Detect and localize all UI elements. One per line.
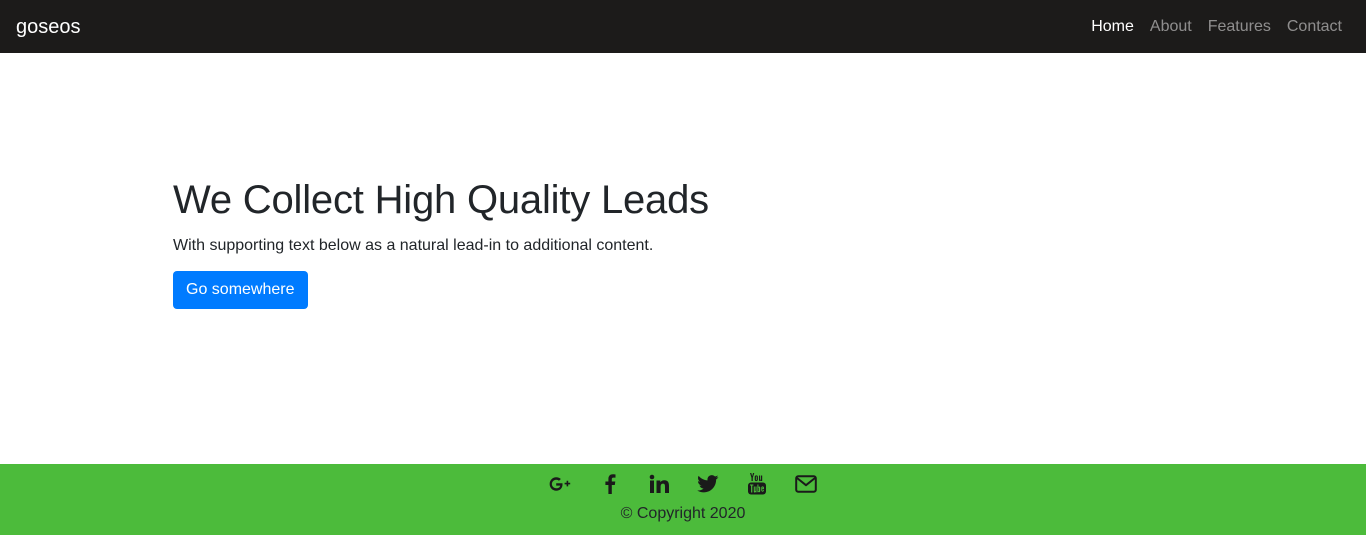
hero-title: We Collect High Quality Leads: [173, 178, 709, 222]
facebook-icon[interactable]: [598, 472, 622, 496]
nav-home[interactable]: Home: [1083, 18, 1142, 35]
twitter-icon[interactable]: [696, 472, 720, 496]
envelope-icon[interactable]: [794, 472, 818, 496]
youtube-icon[interactable]: [745, 472, 769, 496]
go-somewhere-button[interactable]: Go somewhere: [173, 271, 308, 310]
linkedin-icon[interactable]: [647, 472, 671, 496]
nav-features[interactable]: Features: [1200, 18, 1279, 35]
navbar: goseos Home About Features Contact: [0, 0, 1366, 53]
social-links: [536, 472, 830, 496]
hero-text: With supporting text below as a natural …: [173, 237, 654, 254]
hero-section: We Collect High Quality Leads With suppo…: [173, 178, 873, 310]
brand-logo[interactable]: goseos: [16, 17, 81, 37]
footer: © Copyright 2020: [0, 464, 1366, 535]
nav-contact[interactable]: Contact: [1279, 18, 1350, 35]
nav-about[interactable]: About: [1142, 18, 1200, 35]
nav-links: Home About Features Contact: [1083, 18, 1350, 35]
google-plus-icon[interactable]: [549, 472, 573, 496]
copyright-text: © Copyright 2020: [620, 505, 746, 522]
